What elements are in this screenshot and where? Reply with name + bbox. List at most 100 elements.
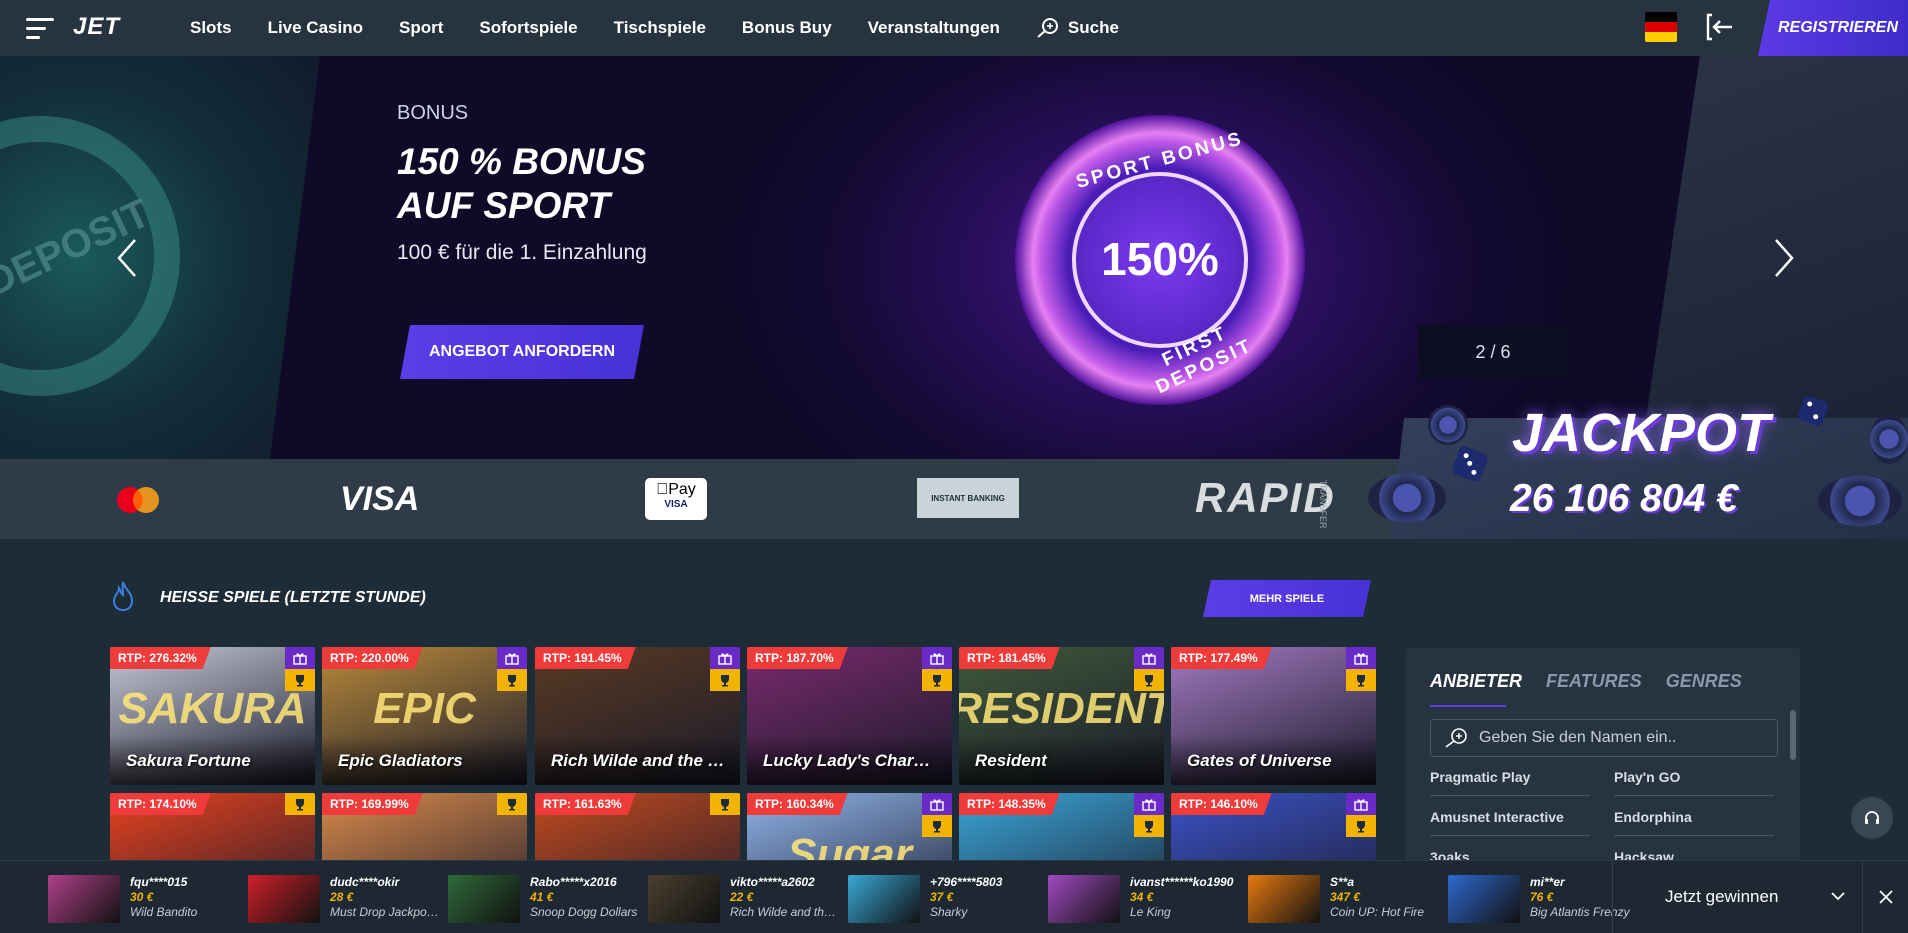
register-button[interactable]: REGISTRIEREN (1758, 0, 1908, 56)
nav-veranstaltungen[interactable]: Veranstaltungen (868, 18, 1000, 38)
jackpot-amount: 26 106 804 € (1510, 477, 1738, 520)
provider-tabs: ANBIETER FEATURES GENRES (1430, 671, 1766, 692)
winner-item[interactable]: Rabo*****x2016 41 € Snoop Dogg Dollars (448, 875, 640, 923)
casino-chip-icon (1368, 474, 1446, 522)
hero-subtitle: 100 € für die 1. Einzahlung (397, 241, 647, 264)
tab-anbieter[interactable]: ANBIETER (1430, 671, 1522, 692)
rtp-badge: RTP: 160.34% (747, 793, 848, 815)
hot-games-title: HEISSE SPIELE (LETZTE STUNDE) (160, 589, 426, 606)
winner-username: ivanst******ko1990 (1130, 875, 1234, 889)
claim-offer-button[interactable]: ANGEBOT ANFORDERN (400, 325, 644, 379)
winner-amount: 37 € (930, 890, 954, 904)
game-name: Epic Gladiators (338, 751, 463, 770)
login-icon[interactable] (1704, 12, 1734, 42)
winner-info: vikto*****a2602 22 € Rich Wilde and th… (730, 875, 840, 923)
hero-title: 150 % BONUS AUF SPORT (397, 140, 646, 228)
game-tile[interactable]: RESIDENT RTP: 181.45% Resident (959, 647, 1164, 785)
visa-logo: VISA (340, 480, 420, 518)
game-tile[interactable]: RTP: 187.70% Lucky Lady's Charm d… (747, 647, 952, 785)
search-icon (1445, 728, 1467, 748)
win-now-label: Jetzt gewinnen (1665, 886, 1779, 906)
nav-sport[interactable]: Sport (399, 18, 443, 38)
winner-game: Wild Bandito (130, 905, 198, 919)
winner-item[interactable]: S**a 347 € Coin UP: Hot Fire (1248, 875, 1440, 923)
winner-info: fqu****015 30 € Wild Bandito (130, 875, 240, 923)
hero-label: BONUS (397, 102, 469, 124)
game-tile[interactable]: RTP: 191.45% Rich Wilde and the To… (535, 647, 740, 785)
carousel-next-icon[interactable] (1772, 238, 1796, 278)
rtp-badge: RTP: 177.49% (1171, 647, 1272, 669)
winner-item[interactable]: dudc****okir 28 € Must Drop Jackpo… (248, 875, 440, 923)
previous-slide-peek: DEPOSIT (0, 56, 320, 459)
nav-search[interactable]: Suche (1036, 17, 1119, 39)
trophy-icon (1134, 669, 1164, 691)
game-art-text: EPIC (373, 684, 476, 734)
game-tile[interactable]: RTP: 177.49% Gates of Universe (1171, 647, 1376, 785)
provider-item[interactable]: Amusnet Interactive (1430, 809, 1590, 836)
more-games-button[interactable]: MEHR SPIELE (1203, 580, 1371, 617)
winner-amount: 22 € (730, 890, 754, 904)
winner-username: dudc****okir (330, 875, 400, 889)
provider-scrollbar[interactable] (1790, 710, 1796, 760)
gift-icon (497, 647, 527, 669)
game-name: Gates of Universe (1187, 751, 1332, 770)
winner-username: vikto*****a2602 (730, 875, 815, 889)
trophy-icon (285, 669, 315, 691)
game-thumbnail (48, 875, 120, 923)
game-name: Resident (975, 751, 1047, 770)
trophy-icon (497, 793, 527, 815)
rtp-badge: RTP: 181.45% (959, 647, 1060, 669)
winner-amount: 347 € (1330, 890, 1361, 904)
provider-item[interactable]: Endorphina (1614, 809, 1774, 836)
winner-item[interactable]: vikto*****a2602 22 € Rich Wilde and th… (648, 875, 840, 923)
site-logo[interactable]: JET (73, 13, 120, 41)
winner-item[interactable]: +796****5803 37 € Sharky (848, 875, 1040, 923)
nav-tischspiele[interactable]: Tischspiele (614, 18, 706, 38)
winner-item[interactable]: fqu****015 30 € Wild Bandito (48, 875, 240, 923)
trophy-icon (710, 793, 740, 815)
nav-slots[interactable]: Slots (190, 18, 232, 38)
game-thumbnail (1048, 875, 1120, 923)
game-tile[interactable]: EPIC RTP: 220.00% Epic Gladiators (322, 647, 527, 785)
nav-sofortspiele[interactable]: Sofortspiele (479, 18, 577, 38)
german-flag-icon[interactable] (1645, 12, 1677, 42)
winner-username: +796****5803 (930, 875, 1003, 889)
close-icon (1878, 889, 1893, 904)
apple-pay-visa: VISA (664, 499, 688, 510)
apple-pay-label: Pay (656, 481, 696, 498)
provider-item[interactable]: Play'n GO (1614, 769, 1774, 796)
trophy-icon (285, 793, 315, 815)
provider-search-input[interactable] (1479, 729, 1769, 747)
support-chat-button[interactable] (1851, 797, 1893, 839)
tab-features[interactable]: FEATURES (1546, 671, 1642, 692)
winner-info: S**a 347 € Coin UP: Hot Fire (1330, 875, 1440, 923)
gift-icon (922, 647, 952, 669)
nav-bonus-buy[interactable]: Bonus Buy (742, 18, 832, 38)
game-thumbnail (1448, 875, 1520, 923)
nav-live-casino[interactable]: Live Casino (268, 18, 363, 38)
winner-amount: 28 € (330, 890, 354, 904)
gift-icon (1346, 793, 1376, 815)
active-tab-indicator (1430, 705, 1506, 707)
provider-search[interactable] (1430, 719, 1778, 757)
menu-icon[interactable] (26, 16, 54, 40)
game-tile[interactable]: SAKURA RTP: 276.32% Sakura Fortune (110, 647, 315, 785)
winner-username: Rabo*****x2016 (530, 875, 617, 889)
provider-item[interactable]: Pragmatic Play (1430, 769, 1590, 796)
win-now-toggle[interactable]: Jetzt gewinnen (1612, 860, 1862, 933)
chevron-down-icon[interactable] (1830, 888, 1846, 904)
rtp-badge: RTP: 276.32% (110, 647, 211, 669)
trophy-icon (922, 815, 952, 837)
winner-game: Sharky (930, 905, 968, 919)
winner-amount: 41 € (530, 890, 554, 904)
tab-genres[interactable]: GENRES (1666, 671, 1742, 692)
close-winners-button[interactable] (1862, 860, 1908, 933)
carousel-prev-icon[interactable] (115, 238, 139, 278)
mastercard-logo (117, 487, 159, 513)
game-thumbnail (248, 875, 320, 923)
trophy-icon (710, 669, 740, 691)
rtp-badge: RTP: 187.70% (747, 647, 848, 669)
winner-item[interactable]: ivanst******ko1990 34 € Le King (1048, 875, 1240, 923)
winner-info: dudc****okir 28 € Must Drop Jackpo… (330, 875, 440, 923)
trophy-icon (497, 669, 527, 691)
